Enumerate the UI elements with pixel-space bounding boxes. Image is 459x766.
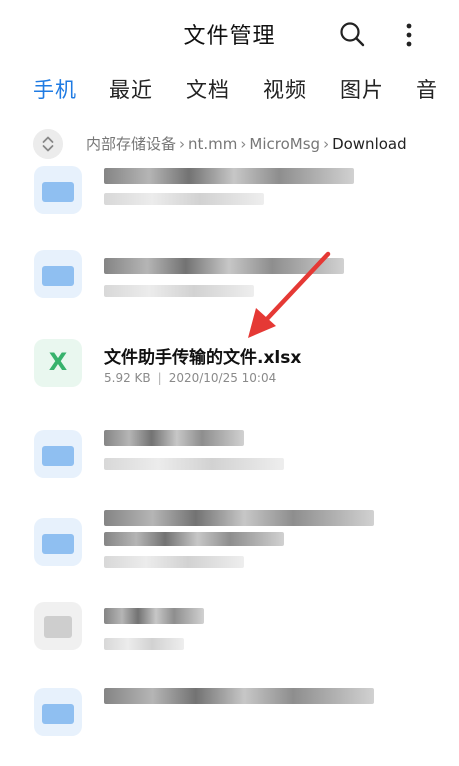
xlsx-file-icon: X <box>34 339 82 387</box>
file-size: 5.92 KB <box>104 371 151 385</box>
tab-phone[interactable]: 手机 <box>33 74 77 104</box>
file-icon <box>34 166 82 214</box>
tab-audio[interactable]: 音 <box>416 74 438 104</box>
list-item[interactable] <box>0 680 459 766</box>
expand-collapse-icon[interactable] <box>33 129 63 159</box>
category-tabs: 手机 最近 文档 视频 图片 音 <box>0 70 459 110</box>
chevron-right-icon: › <box>323 135 330 153</box>
file-date: 2020/10/25 10:04 <box>168 371 277 385</box>
breadcrumb-item[interactable]: MicroMsg <box>249 135 320 153</box>
redacted-meta <box>104 193 264 205</box>
chevron-right-icon: › <box>179 135 186 153</box>
top-bar: 文件管理 <box>0 0 459 64</box>
breadcrumb-item[interactable]: 内部存储设备 <box>86 135 176 153</box>
redacted-filename <box>104 168 354 184</box>
redacted-filename <box>104 608 204 624</box>
tab-documents[interactable]: 文档 <box>186 74 230 104</box>
redacted-filename <box>104 430 244 446</box>
redacted-meta <box>104 458 284 470</box>
page-title: 文件管理 <box>183 24 276 49</box>
redacted-filename-line2 <box>104 532 284 546</box>
file-icon <box>34 250 82 298</box>
list-item[interactable] <box>0 506 459 592</box>
redacted-meta <box>104 556 244 568</box>
redacted-filename <box>104 688 374 704</box>
breadcrumb-bar: 内部存储设备 › nt.mm › MicroMsg › Download <box>0 124 459 164</box>
redacted-filename <box>104 510 374 526</box>
list-item[interactable] <box>0 422 459 508</box>
breadcrumb: 内部存储设备 › nt.mm › MicroMsg › Download <box>86 133 407 154</box>
tab-recent[interactable]: 最近 <box>109 74 153 104</box>
chevron-right-icon: › <box>240 135 247 153</box>
list-item[interactable] <box>0 160 459 246</box>
breadcrumb-current: Download <box>332 135 407 153</box>
file-meta: 5.92 KB | 2020/10/25 10:04 <box>104 371 276 385</box>
more-vert-icon[interactable] <box>396 20 422 50</box>
list-item-xlsx[interactable]: X 文件助手传输的文件.xlsx 5.92 KB | 2020/10/25 10:0… <box>0 336 459 422</box>
file-icon <box>34 602 82 650</box>
tab-videos[interactable]: 视频 <box>263 74 307 104</box>
breadcrumb-item[interactable]: nt.mm <box>188 135 237 153</box>
list-item[interactable] <box>0 592 459 678</box>
search-icon[interactable] <box>338 20 366 48</box>
meta-divider: | <box>157 371 162 385</box>
file-icon <box>34 518 82 566</box>
tab-images[interactable]: 图片 <box>340 74 384 104</box>
redacted-meta <box>104 638 184 650</box>
file-icon <box>34 430 82 478</box>
file-name: 文件助手传输的文件.xlsx <box>104 348 302 368</box>
file-icon <box>34 688 82 736</box>
red-annotation-arrow <box>248 251 331 338</box>
